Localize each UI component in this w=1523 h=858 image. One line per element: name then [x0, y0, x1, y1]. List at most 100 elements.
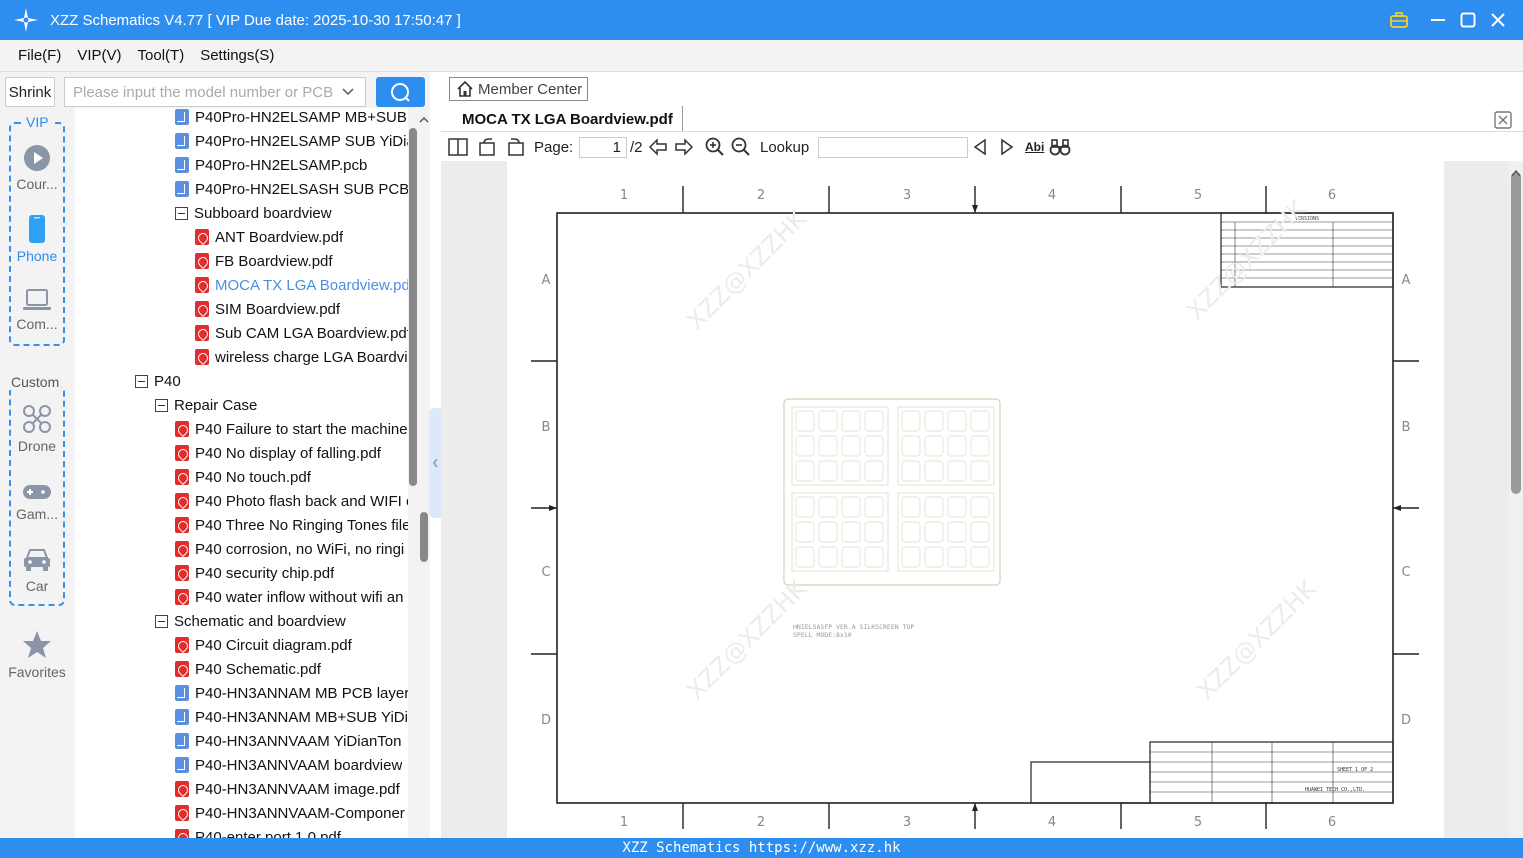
company-label: HUAWEI TECH CO.,LTD. — [1305, 787, 1365, 793]
document-view[interactable]: 1 1 2 2 3 3 4 4 5 5 6 6 A A B B C C D D VERSIONS HNIELSASFP V… — [441, 161, 1509, 838]
next-page-icon[interactable] — [674, 137, 694, 157]
page-number-input[interactable]: 1 — [579, 137, 627, 158]
document-scrollbar-thumb[interactable] — [1511, 172, 1521, 494]
tree-folder[interactable]: Subboard boardview — [175, 201, 408, 225]
collapse-panel-handle[interactable] — [429, 408, 441, 518]
menu-tool[interactable]: Tool(T) — [138, 47, 185, 64]
tree-file[interactable]: P40 No display of falling.pdf — [175, 441, 408, 465]
nav-item-car[interactable]: Car — [0, 546, 74, 594]
menu-settings[interactable]: Settings(S) — [200, 47, 274, 64]
shrink-button[interactable]: Shrink — [5, 77, 55, 107]
board-pad — [841, 496, 861, 518]
tree-file[interactable]: FB Boardview.pdf — [195, 249, 408, 273]
minimize-button[interactable] — [1426, 8, 1450, 32]
menu-file[interactable]: File(F) — [18, 47, 61, 64]
nav-item-games[interactable]: Gam... — [0, 482, 74, 522]
tab-divider — [441, 131, 1523, 132]
chevron-down-icon[interactable] — [341, 83, 355, 105]
tree-file[interactable]: P40Pro-HN2ELSASH SUB PCB la — [175, 177, 408, 201]
tree-file[interactable]: P40-HN3ANNVAAM boardview — [175, 753, 408, 777]
tree-folder[interactable]: Repair Case — [155, 393, 408, 417]
tree-file[interactable]: P40 Three No Ringing Tones file — [175, 513, 408, 537]
pdf-file-icon — [195, 253, 209, 269]
close-tab-icon[interactable] — [1494, 111, 1512, 129]
pdf-file-icon — [195, 325, 209, 341]
tree-file[interactable]: MOCA TX LGA Boardview.pdf — [195, 273, 408, 297]
board-pad — [947, 521, 967, 543]
tree-file[interactable]: P40 corrosion, no WiFi, no ringi — [175, 537, 408, 561]
sidebar-toggle-icon[interactable] — [448, 137, 468, 157]
lookup-input[interactable] — [818, 137, 968, 158]
board-pad — [970, 546, 990, 568]
tree-file[interactable]: P40-HN3ANNVAAM YiDianTon — [175, 729, 408, 753]
tree-item-label: P40 — [154, 372, 181, 390]
tree-item-label: SIM Boardview.pdf — [215, 300, 341, 318]
rotate-right-icon[interactable] — [505, 137, 525, 157]
nav-item-courses[interactable]: Cour... — [0, 144, 74, 192]
tree-scrollbar-thumb[interactable] — [409, 128, 417, 486]
close-button[interactable] — [1486, 8, 1510, 32]
tree-file[interactable]: Sub CAM LGA Boardview.pdf — [195, 321, 408, 345]
model-search-input[interactable]: Please input the model number or PCB — [64, 77, 366, 107]
tree-file[interactable]: P40Pro-HN2ELSAMP.pcb — [175, 153, 408, 177]
nav-item-favorites[interactable]: Favorites — [0, 630, 74, 680]
menu-vip[interactable]: VIP(V) — [77, 47, 121, 64]
collapse-icon[interactable] — [155, 614, 168, 628]
maximize-button[interactable] — [1456, 8, 1480, 32]
member-center-button[interactable]: Member Center — [449, 77, 588, 101]
search-button[interactable] — [376, 77, 425, 107]
tree-file[interactable]: ANT Boardview.pdf — [195, 225, 408, 249]
board-pad — [841, 435, 861, 457]
zoom-out-icon[interactable] — [731, 137, 751, 157]
collapse-icon[interactable] — [135, 374, 148, 388]
tree-file[interactable]: wireless charge LGA Boardvie — [195, 345, 408, 369]
rotate-left-icon[interactable] — [478, 137, 498, 157]
pcb-file-icon — [175, 757, 189, 773]
find-next-icon[interactable] — [999, 137, 1015, 157]
tree-item-label: P40-HN3ANNVAAM image.pdf — [195, 780, 400, 798]
tab-document[interactable]: MOCA TX LGA Boardview.pdf — [453, 106, 683, 132]
tree-file[interactable]: P40-HN3ANNVAAM image.pdf — [175, 777, 408, 801]
nav-item-drone[interactable]: Drone — [0, 404, 74, 454]
board-pad — [818, 521, 838, 543]
tree-file[interactable]: P40 Schematic.pdf — [175, 657, 408, 681]
prev-page-icon[interactable] — [648, 137, 668, 157]
zoom-in-icon[interactable] — [705, 137, 725, 157]
tree-file[interactable]: P40-HN3ANNAM MB+SUB YiDi — [175, 705, 408, 729]
collapse-icon[interactable] — [155, 398, 168, 412]
binoculars-icon[interactable] — [1049, 137, 1071, 157]
file-tree: P40Pro-HN2ELSAMP MB+SUB l P40Pro-HN2ELSAM… — [75, 108, 408, 838]
page-label: Page: — [534, 138, 574, 156]
chevron-left-icon — [433, 458, 438, 468]
tree-file[interactable]: P40Pro-HN2ELSAMP SUB YiDia — [175, 129, 408, 153]
nav-item-label: Gam... — [15, 506, 58, 522]
tree-file[interactable]: P40Pro-HN2ELSAMP MB+SUB l — [175, 108, 408, 129]
doc-scroll-up-icon[interactable] — [1511, 164, 1521, 177]
tree-file[interactable]: P40-HN3ANNVAAM-Componer — [175, 801, 408, 825]
tree-folder[interactable]: Schematic and boardview — [155, 609, 408, 633]
tree-file[interactable]: P40 Photo flash back and WIFI c — [175, 489, 408, 513]
board-pad — [841, 460, 861, 482]
tree-file[interactable]: P40-HN3ANNAM MB PCB layer — [175, 681, 408, 705]
pdf-file-icon — [175, 493, 189, 509]
board-pad — [795, 546, 815, 568]
tree-file[interactable]: P40 water inflow without wifi an — [175, 585, 408, 609]
tree-file[interactable]: P40-enter port 1.0.pdf — [175, 825, 408, 838]
match-case-icon[interactable]: Abi — [1025, 137, 1044, 157]
scroll-up-arrow-icon[interactable] — [419, 112, 429, 123]
category-nav: VIP Cour... Phone Com... Custom Drone Ga… — [0, 112, 74, 838]
collapse-icon[interactable] — [175, 206, 188, 220]
nav-item-phone[interactable]: Phone — [0, 214, 74, 264]
tree-file[interactable]: P40 No touch.pdf — [175, 465, 408, 489]
nav-item-computer[interactable]: Com... — [0, 288, 74, 332]
tree-folder[interactable]: P40 — [135, 369, 408, 393]
find-prev-icon[interactable] — [972, 137, 988, 157]
center-arrow-left — [549, 505, 557, 511]
tree-file[interactable]: P40 Circuit diagram.pdf — [175, 633, 408, 657]
tree-file[interactable]: P40 security chip.pdf — [175, 561, 408, 585]
briefcase-icon[interactable] — [1387, 8, 1411, 32]
tree-file[interactable]: P40 Failure to start the machine — [175, 417, 408, 441]
panel-scrollbar-thumb[interactable] — [420, 512, 428, 562]
tree-file[interactable]: SIM Boardview.pdf — [195, 297, 408, 321]
column-label: 2 — [757, 188, 765, 203]
